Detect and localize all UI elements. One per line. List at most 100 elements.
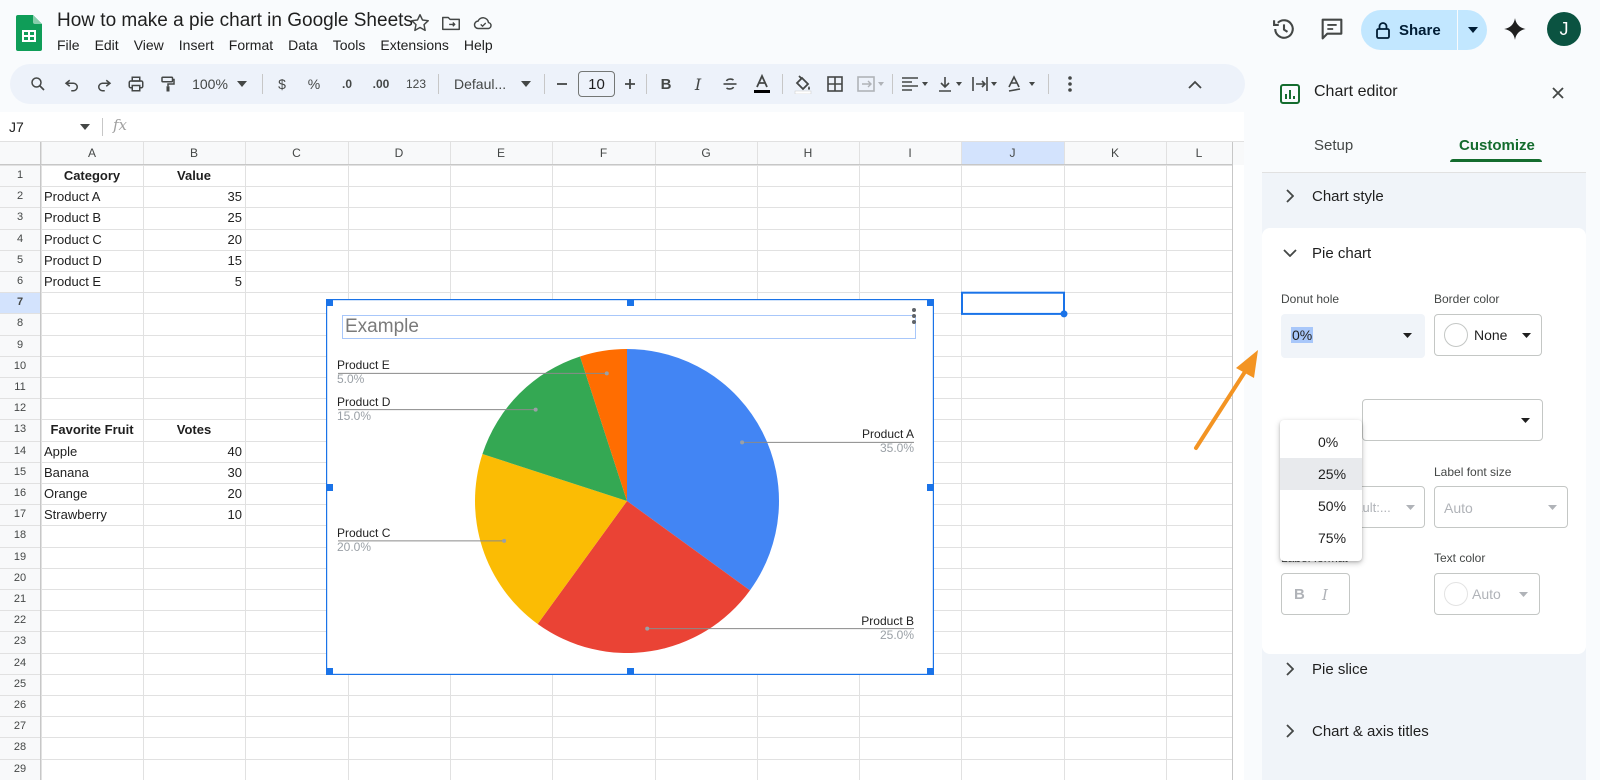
- text-color-icon[interactable]: [752, 72, 772, 96]
- menu-extensions[interactable]: Extensions: [380, 37, 448, 53]
- avatar[interactable]: J: [1547, 12, 1581, 46]
- table-cell[interactable]: 15: [146, 250, 242, 271]
- comments-icon[interactable]: [1318, 15, 1346, 43]
- donut-option-25[interactable]: 25%: [1280, 458, 1362, 490]
- table-cell[interactable]: Product A: [44, 186, 140, 207]
- menu-edit[interactable]: Edit: [95, 37, 119, 53]
- donut-option-50[interactable]: 50%: [1280, 490, 1362, 522]
- chart-resize-handle[interactable]: [326, 483, 333, 491]
- increase-decimal-button[interactable]: .00: [366, 72, 396, 96]
- column-header[interactable]: B: [143, 142, 245, 165]
- star-icon[interactable]: [409, 12, 431, 34]
- tab-customize[interactable]: Customize: [1459, 137, 1535, 154]
- table-cell[interactable]: Apple: [44, 441, 140, 462]
- menu-file[interactable]: File: [57, 37, 80, 53]
- share-dropdown-button[interactable]: [1458, 10, 1487, 50]
- row-header[interactable]: 4: [0, 229, 40, 250]
- fill-color-icon[interactable]: [792, 72, 814, 96]
- section-chart-style[interactable]: Chart style: [1262, 173, 1586, 219]
- zoom-caret-icon[interactable]: [236, 72, 248, 96]
- gemini-sparkle-icon[interactable]: [1502, 16, 1530, 44]
- row-header[interactable]: 8: [0, 313, 40, 334]
- table-cell[interactable]: 10: [146, 504, 242, 525]
- share-main[interactable]: Share: [1361, 10, 1457, 50]
- chart-resize-handle[interactable]: [326, 299, 333, 306]
- row-header[interactable]: 6: [0, 271, 40, 292]
- row-header[interactable]: 9: [0, 335, 40, 356]
- table-cell[interactable]: Product C: [44, 229, 140, 250]
- share-button[interactable]: Share: [1361, 10, 1487, 50]
- row-header[interactable]: 28: [0, 737, 40, 758]
- row-header[interactable]: 18: [0, 525, 40, 546]
- table-cell[interactable]: Product E: [44, 271, 140, 292]
- borders-icon[interactable]: [825, 72, 845, 96]
- column-header[interactable]: E: [450, 142, 552, 165]
- row-header[interactable]: 24: [0, 653, 40, 674]
- text-rotation-icon[interactable]: [1006, 72, 1038, 96]
- column-header[interactable]: J: [961, 142, 1064, 165]
- row-header[interactable]: 10: [0, 356, 40, 377]
- row-header[interactable]: 11: [0, 377, 40, 398]
- row-header[interactable]: 21: [0, 589, 40, 610]
- donut-hole-select[interactable]: 0%: [1281, 314, 1425, 358]
- text-wrapping-icon[interactable]: [970, 72, 1000, 96]
- print-icon[interactable]: [124, 72, 148, 96]
- menu-format[interactable]: Format: [229, 37, 273, 53]
- row-header[interactable]: 12: [0, 398, 40, 419]
- row-header[interactable]: 19: [0, 547, 40, 568]
- decrease-decimal-button[interactable]: .0: [334, 72, 360, 96]
- font-size-input[interactable]: 10: [578, 71, 615, 97]
- chart-resize-handle[interactable]: [927, 299, 934, 306]
- chart-menu-icon[interactable]: [909, 307, 919, 327]
- sheets-logo-icon[interactable]: [16, 15, 42, 51]
- chart-resize-handle[interactable]: [626, 299, 634, 306]
- menu-tools[interactable]: Tools: [333, 37, 366, 53]
- row-header[interactable]: 1: [0, 165, 40, 186]
- column-header[interactable]: G: [655, 142, 757, 165]
- column-header[interactable]: L: [1166, 142, 1232, 165]
- row-header[interactable]: 16: [0, 483, 40, 504]
- table-cell[interactable]: Banana: [44, 462, 140, 483]
- pie-label-select[interactable]: [1362, 399, 1543, 441]
- chart-resize-handle[interactable]: [927, 668, 934, 675]
- row-header[interactable]: 5: [0, 250, 40, 271]
- row-header[interactable]: 25: [0, 674, 40, 695]
- section-pie-chart[interactable]: Pie chart: [1262, 230, 1586, 276]
- horizontal-align-icon[interactable]: [900, 72, 930, 96]
- column-header[interactable]: A: [41, 142, 143, 165]
- vertical-align-icon[interactable]: [936, 72, 966, 96]
- font-family-select[interactable]: Defaul...: [454, 72, 514, 96]
- menu-view[interactable]: View: [134, 37, 164, 53]
- collapse-toolbar-icon[interactable]: [1185, 72, 1205, 96]
- row-header[interactable]: 27: [0, 716, 40, 737]
- row-header[interactable]: 3: [0, 207, 40, 228]
- table-cell[interactable]: 5: [146, 271, 242, 292]
- currency-format-button[interactable]: $: [274, 72, 290, 96]
- column-header[interactable]: I: [859, 142, 961, 165]
- font-caret-icon[interactable]: [520, 72, 532, 96]
- increase-font-size-icon[interactable]: [622, 72, 638, 96]
- table-cell[interactable]: Product D: [44, 250, 140, 271]
- cloud-saved-icon[interactable]: [472, 12, 494, 34]
- border-color-select[interactable]: None: [1434, 314, 1542, 356]
- row-header[interactable]: 20: [0, 568, 40, 589]
- text-color-select[interactable]: Auto: [1434, 573, 1540, 615]
- close-icon[interactable]: [1552, 87, 1564, 99]
- column-header[interactable]: C: [245, 142, 348, 165]
- menu-data[interactable]: Data: [288, 37, 318, 53]
- italic-icon[interactable]: I: [688, 72, 708, 96]
- decrease-font-size-icon[interactable]: [554, 72, 570, 96]
- bold-icon[interactable]: B: [656, 72, 676, 96]
- donut-option-0[interactable]: 0%: [1280, 426, 1362, 458]
- row-header[interactable]: 17: [0, 504, 40, 525]
- label-font-size-select[interactable]: Auto: [1434, 486, 1568, 528]
- merge-cells-icon[interactable]: [856, 72, 886, 96]
- column-header[interactable]: H: [757, 142, 859, 165]
- table-cell[interactable]: 35: [146, 186, 242, 207]
- row-header[interactable]: 13: [0, 419, 40, 440]
- column-header[interactable]: F: [552, 142, 655, 165]
- label-bold-button[interactable]: B: [1294, 586, 1305, 603]
- column-header[interactable]: K: [1064, 142, 1166, 165]
- table-cell[interactable]: 30: [146, 462, 242, 483]
- row-header[interactable]: 22: [0, 610, 40, 631]
